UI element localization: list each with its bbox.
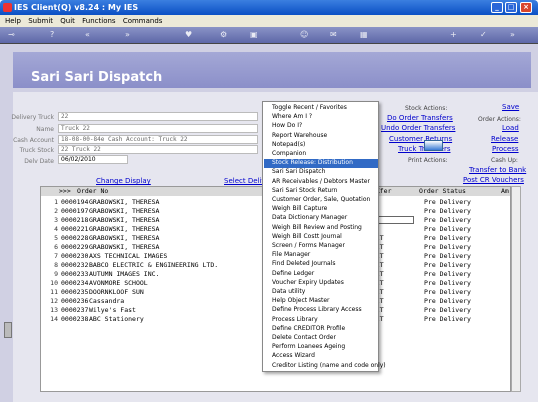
menu-item[interactable]: Where Am I ? bbox=[264, 113, 378, 122]
save-link[interactable]: Save bbox=[502, 103, 519, 111]
menu-item[interactable]: Weigh Bill Costt Journal bbox=[264, 233, 378, 242]
release-link[interactable]: Release bbox=[491, 135, 518, 143]
menu-item[interactable]: Voucher Expiry Updates bbox=[264, 279, 378, 288]
menu-item[interactable]: Notepad(s) bbox=[264, 141, 378, 150]
heart-icon[interactable]: ♥ bbox=[185, 30, 192, 39]
stock-actions-label: Stock Actions: bbox=[405, 105, 448, 112]
menu-item[interactable]: Creditor Listing (name and code only) bbox=[264, 362, 386, 371]
order-actions-label: Order Actions: bbox=[478, 116, 521, 123]
minimize-button[interactable]: _ bbox=[491, 2, 503, 13]
undo-order-transfers-link[interactable]: Undo Order Transfers bbox=[381, 124, 455, 132]
menu-item[interactable]: Sari Sari Stock Return bbox=[264, 187, 378, 196]
key-icon[interactable]: ⊸ bbox=[8, 30, 15, 39]
menu-item[interactable]: Report Warehouse bbox=[264, 132, 378, 141]
menu-item[interactable]: Define Ledger bbox=[264, 270, 378, 279]
menu-item[interactable]: AR Receivables / Debtors Master bbox=[264, 178, 378, 187]
name-field[interactable]: Truck 22 bbox=[58, 124, 258, 133]
change-display-link[interactable]: Change Display bbox=[96, 177, 151, 185]
menu-commands[interactable]: Commands bbox=[123, 17, 163, 25]
header-order-status[interactable]: Order Status bbox=[419, 187, 466, 196]
maximize-button[interactable]: □ bbox=[505, 2, 517, 13]
menu-item[interactable]: File Manager bbox=[264, 251, 378, 260]
name-label: Name bbox=[36, 126, 54, 133]
menu-quit[interactable]: Quit bbox=[60, 17, 75, 25]
functions-context-menu: Toggle Recent / Favorites Where Am I ? How… bbox=[262, 101, 386, 372]
check-icon[interactable]: ✓ bbox=[480, 30, 487, 39]
window-title: IES Client(Q) v8.24 : My IES bbox=[14, 3, 139, 12]
header-marker: >>> bbox=[59, 187, 71, 195]
next-icon[interactable]: » bbox=[510, 30, 515, 39]
toolbar: ⊸ ? « » ♥ ⚙ ▣ ☺ ✉ ▦ + ✓ » bbox=[0, 27, 538, 44]
menu-functions[interactable]: Functions bbox=[82, 17, 115, 25]
post-cr-vouchers-link[interactable]: Post CR Vouchers bbox=[463, 176, 524, 184]
menu-item[interactable]: Delete Contact Order bbox=[264, 334, 378, 343]
app-icon bbox=[3, 3, 12, 12]
menu-item[interactable]: Companion bbox=[264, 150, 378, 159]
truck-stock-label: Truck Stock bbox=[19, 147, 54, 154]
calendar-icon[interactable]: ▦ bbox=[360, 30, 368, 39]
add-icon[interactable]: + bbox=[450, 30, 457, 39]
menu-item[interactable]: Help Object Master bbox=[264, 297, 378, 306]
close-button[interactable]: × bbox=[520, 2, 532, 13]
menu-item[interactable]: Toggle Recent / Favorites bbox=[264, 104, 378, 113]
print-icon[interactable]: ▣ bbox=[250, 30, 258, 39]
menu-item[interactable]: Find Deleted Journals bbox=[264, 260, 378, 269]
menu-item[interactable]: Process Library bbox=[264, 316, 378, 325]
menu-item[interactable]: Stock Release: Distribution bbox=[264, 159, 378, 169]
delivery-truck-field[interactable]: 22 bbox=[58, 112, 258, 121]
menu-item[interactable]: Data Dictionary Manager bbox=[264, 214, 378, 223]
users-icon[interactable]: ☺ bbox=[300, 30, 308, 39]
menu-item[interactable]: Weigh Bill Capture bbox=[264, 205, 378, 214]
grid-scrollbar[interactable] bbox=[511, 186, 521, 392]
menu-item[interactable]: Perform Loanees Ageing bbox=[264, 343, 378, 352]
back-icon[interactable]: « bbox=[85, 30, 90, 39]
load-link[interactable]: Load bbox=[502, 124, 519, 132]
cash-account-field[interactable]: 18-08-00-84e Cash Account: Truck 22 bbox=[58, 135, 258, 144]
settings-icon[interactable]: ⚙ bbox=[220, 30, 227, 39]
menu-submit[interactable]: Submit bbox=[28, 17, 53, 25]
process-link[interactable]: Process bbox=[492, 145, 519, 153]
mail-icon[interactable]: ✉ bbox=[330, 30, 337, 39]
menu-item[interactable]: Define Process Library Access bbox=[264, 306, 378, 315]
menu-item[interactable]: Data utility bbox=[264, 288, 378, 297]
side-tab[interactable] bbox=[4, 322, 12, 338]
menu-item[interactable]: Access Wizard bbox=[264, 352, 378, 361]
cash-drawer-icon[interactable] bbox=[424, 140, 443, 151]
menu-item[interactable]: Define CREDITOR Profile bbox=[264, 325, 378, 334]
menu-item[interactable]: Screen / Forms Manager bbox=[264, 242, 378, 251]
delv-date-field[interactable]: 06/02/2010 bbox=[58, 155, 128, 164]
menu-help[interactable]: Help bbox=[5, 17, 21, 25]
help-icon[interactable]: ? bbox=[50, 30, 54, 39]
transfer-to-bank-link[interactable]: Transfer to Bank bbox=[469, 166, 526, 174]
menu-item[interactable]: Customer Order, Sale, Quotation bbox=[264, 196, 378, 205]
print-actions-label: Print Actions: bbox=[408, 157, 448, 164]
header-order-no[interactable]: Order No bbox=[77, 187, 108, 196]
cash-account-label: Cash Account bbox=[13, 137, 54, 144]
menu-item[interactable]: How Do I? bbox=[264, 122, 378, 131]
do-order-transfers-link[interactable]: Do Order Transfers bbox=[387, 114, 453, 122]
menu-item[interactable]: Weigh Bill Review and Posting bbox=[264, 224, 378, 233]
menu-bar: Help Submit Quit Functions Commands bbox=[0, 15, 538, 27]
title-bar: IES Client(Q) v8.24 : My IES _ □ × bbox=[0, 0, 538, 15]
header-amount[interactable]: Am bbox=[501, 187, 509, 196]
menu-item[interactable]: Sari Sari Dispatch bbox=[264, 168, 378, 177]
delivery-truck-label: Delivery Truck bbox=[11, 114, 54, 121]
forward-icon[interactable]: » bbox=[125, 30, 130, 39]
truck-stock-field[interactable]: 22 Truck 22 bbox=[58, 145, 258, 154]
cash-up-label: Cash Up: bbox=[491, 157, 518, 164]
delv-date-label: Delv Date bbox=[24, 158, 54, 165]
page-title: Sari Sari Dispatch bbox=[13, 52, 531, 88]
